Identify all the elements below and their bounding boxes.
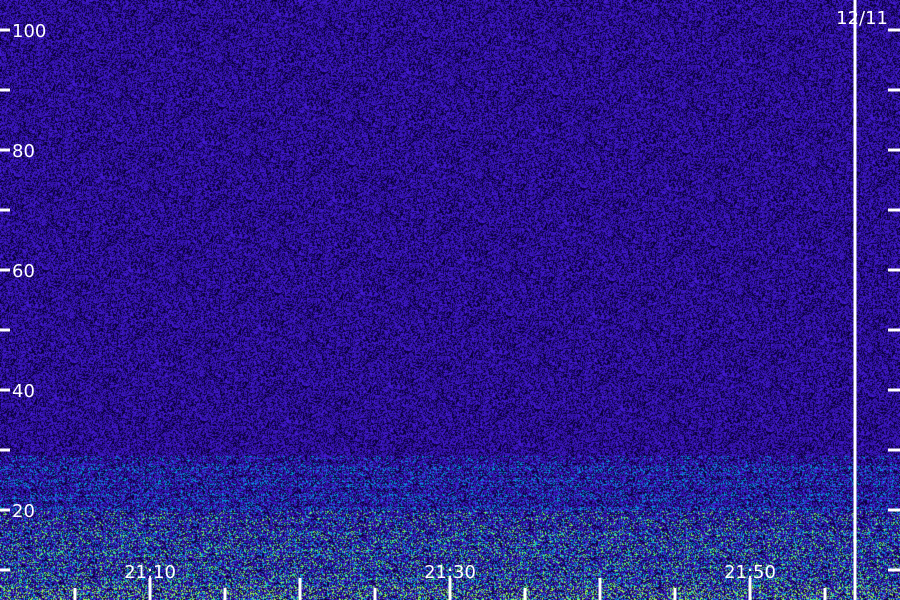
- x-tick-label: 21:30: [424, 562, 476, 583]
- x-tick-label: 21:50: [724, 562, 776, 583]
- date-label: 12/11: [836, 8, 888, 29]
- spectrogram-chart: 12/11 20 40 60 80 100 21:10 21:30 21:50: [0, 0, 900, 600]
- x-tick-label: 21:10: [124, 562, 176, 583]
- y-tick-label: 20: [12, 501, 35, 522]
- y-tick-label: 80: [12, 141, 35, 162]
- y-tick-label: 100: [12, 21, 46, 42]
- y-tick-label: 40: [12, 381, 35, 402]
- x-axis: 21:10 21:30 21:50: [73, 562, 827, 600]
- chart-axes-overlay: 12/11 20 40 60 80 100 21:10 21:30 21:50: [0, 0, 900, 600]
- y-axis: 20 40 60 80 100: [0, 21, 900, 572]
- y-tick-label: 60: [12, 261, 35, 282]
